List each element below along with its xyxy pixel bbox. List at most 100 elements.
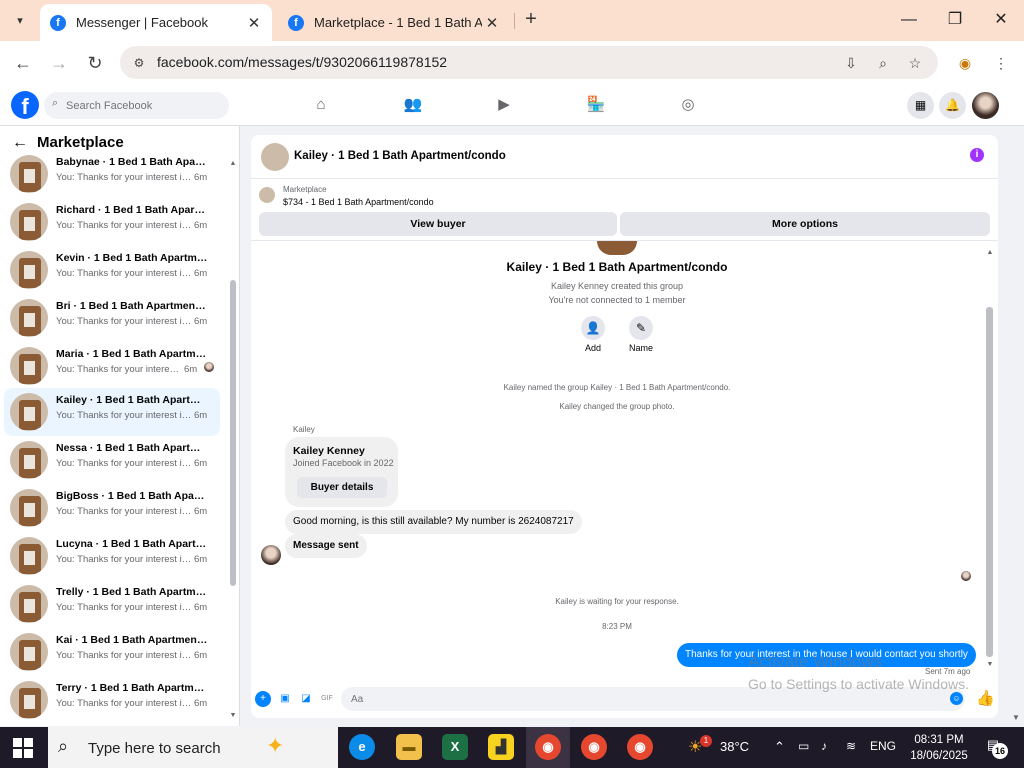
menu-grid-icon[interactable]: ▦ [907,92,934,119]
page-scroll-down-icon[interactable]: ▼ [1012,713,1020,722]
conversation-name: Kailey · 1 Bed 1 Bath Apartment... [56,394,208,406]
facebook-favicon-icon: f [50,14,66,31]
buyer-details-button[interactable]: Buyer details [297,477,387,498]
conversation-item[interactable]: Babynae · 1 Bed 1 Bath Apartm... You: Th… [4,150,220,198]
copilot-sparkle-icon[interactable]: ✦ [266,733,284,759]
back-icon[interactable]: ← [10,50,36,76]
excel-icon[interactable]: X [442,734,468,760]
friends-icon[interactable]: 👥 [400,93,426,117]
scroll-up-icon[interactable]: ▲ [985,249,995,256]
scrollbar-thumb[interactable] [986,307,993,657]
marketplace-icon[interactable]: 🏪 [583,93,609,117]
name-label[interactable]: Name [621,343,661,353]
minimize-icon[interactable]: — [896,8,922,32]
close-window-icon[interactable]: ✕ [988,8,1014,32]
tab-marketplace[interactable]: f Marketplace - 1 Bed 1 Bath Apa ✕ [278,4,510,41]
notifications-bell-icon[interactable]: 🔔 [939,92,966,119]
scrollbar-thumb[interactable] [230,280,236,586]
conversation-item[interactable]: Trelly · 1 Bed 1 Bath Apartment/... You:… [4,580,220,628]
tab-messenger[interactable]: f Messenger | Facebook ✕ [40,4,272,41]
scroll-up-icon[interactable]: ▲ [228,160,238,167]
scroll-down-icon[interactable]: ▼ [228,712,238,719]
chrome-icon[interactable]: ◉ [535,734,561,760]
listing-thumbnail [10,251,48,289]
listing-thumbnail [10,203,48,241]
facebook-search[interactable]: ⌕ [44,92,229,119]
edge-browser-icon[interactable]: e [349,734,375,760]
like-thumb-icon[interactable]: 👍 [976,689,995,707]
conversation-item[interactable]: Kai · 1 Bed 1 Bath Apartment/c... You: T… [4,628,220,676]
chat-title[interactable]: Kailey · 1 Bed 1 Bath Apartment/condo [294,150,506,162]
conversation-item[interactable]: Kevin · 1 Bed 1 Bath Apartment... You: T… [4,246,220,294]
conversation-name: Terry · 1 Bed 1 Bath Apartment/... [56,682,208,694]
language-indicator[interactable]: ENG [870,739,896,753]
profile-icon[interactable]: ◉ [954,52,976,74]
taskbar-search[interactable]: ⌕ Type here to search ✦ [48,727,338,768]
more-options-button[interactable]: More options [620,212,990,236]
conversation-item[interactable]: BigBoss · 1 Bed 1 Bath Apartme... You: T… [4,484,220,532]
forward-icon[interactable]: → [46,50,72,76]
weather-temp[interactable]: 38°C [720,739,749,754]
facebook-logo-icon[interactable]: f [11,91,39,119]
conversation-item[interactable]: Richard · 1 Bed 1 Bath Apartme... You: T… [4,198,220,246]
new-tab-icon[interactable]: + [520,9,542,31]
conversation-item[interactable]: Terry · 1 Bed 1 Bath Apartment/... You: … [4,676,220,724]
tab-search-dropdown-icon[interactable]: ▾ [8,9,32,31]
chrome-profile-2-icon[interactable]: ◉ [627,734,653,760]
conversation-item[interactable]: Maria · 1 Bed 1 Bath Apartme... You: Tha… [4,342,220,390]
group-photo[interactable] [261,143,289,171]
info-icon[interactable]: i [970,148,984,162]
add-label[interactable]: Add [573,343,613,353]
conversation-time: 6m [194,506,208,517]
close-tab-icon[interactable]: ✕ [482,14,502,32]
gallery-icon[interactable]: ▣ [277,691,293,707]
windows-start-icon[interactable] [13,738,33,758]
conversation-name: Trelly · 1 Bed 1 Bath Apartment/... [56,586,208,598]
sticky-notes-icon[interactable]: ▟ [488,734,514,760]
system-message: Kailey named the group Kailey · 1 Bed 1 … [503,383,731,392]
groups-icon[interactable]: ◎ [675,93,701,117]
video-icon[interactable]: ▶ [491,93,517,117]
sidebar-scrollbar[interactable]: ▲ ▼ [228,160,238,722]
chat-scrollbar[interactable]: ▲ ▼ [985,249,995,669]
scroll-down-icon[interactable]: ▼ [985,661,995,668]
meet-camera-icon[interactable]: ▭ [798,739,809,753]
reload-icon[interactable]: ↻ [82,50,108,76]
sidebar-title: Marketplace [37,134,124,151]
gif-icon[interactable]: GIF [319,691,335,707]
install-app-icon[interactable]: ⇩ [840,52,862,74]
conversation-item[interactable]: Lucyna · 1 Bed 1 Bath Apartmen... You: T… [4,532,220,580]
conversation-time: 6m [194,458,208,469]
restore-icon[interactable]: ❐ [942,8,968,32]
view-buyer-button[interactable]: View buyer [259,212,617,236]
edit-name-icon[interactable]: ✎ [629,316,653,340]
home-icon[interactable]: ⌂ [308,93,334,117]
taskbar-search-text[interactable]: Type here to search [88,740,221,757]
zoom-icon[interactable]: ⌕ [872,52,894,74]
conversation-item[interactable]: Nessa · 1 Bed 1 Bath Apartment... You: T… [4,436,220,484]
conversation-item-active[interactable]: Kailey · 1 Bed 1 Bath Apartment... You: … [4,388,220,436]
menu-kebab-icon[interactable]: ⋮ [990,52,1012,74]
site-info-icon[interactable]: ⚙ [128,52,150,74]
sender-avatar [261,545,281,565]
wifi-icon[interactable]: ≋ [846,739,856,753]
speaker-icon[interactable]: ♪ [821,739,827,753]
listing-title[interactable]: $734 - 1 Bed 1 Bath Apartment/condo [283,197,434,207]
conversation-time: 6m [194,602,208,613]
chrome-profile-icon[interactable]: ◉ [581,734,607,760]
file-explorer-icon[interactable]: ▬ [396,734,422,760]
notification-center-icon[interactable]: ▤ 16 [982,737,1008,759]
plus-icon[interactable]: + [255,691,271,707]
sticker-icon[interactable]: ◪ [298,691,314,707]
clock[interactable]: 08:31 PM 18/06/2025 [904,732,974,764]
address-bar[interactable]: ⚙ facebook.com/messages/t/93020661198781… [120,46,938,79]
bookmark-star-icon[interactable]: ☆ [904,52,926,74]
account-avatar[interactable] [972,92,999,119]
conversation-item[interactable]: Bri · 1 Bed 1 Bath Apartment/co... You: … [4,294,220,342]
search-input[interactable] [66,96,221,115]
add-person-icon[interactable]: 👤 [581,316,605,340]
url-text[interactable]: facebook.com/messages/t/9302066119878152 [157,54,447,70]
emoji-icon[interactable]: ☺ [950,692,963,705]
close-tab-icon[interactable]: ✕ [244,14,264,32]
tray-chevron-up-icon[interactable]: ⌃ [774,739,785,755]
